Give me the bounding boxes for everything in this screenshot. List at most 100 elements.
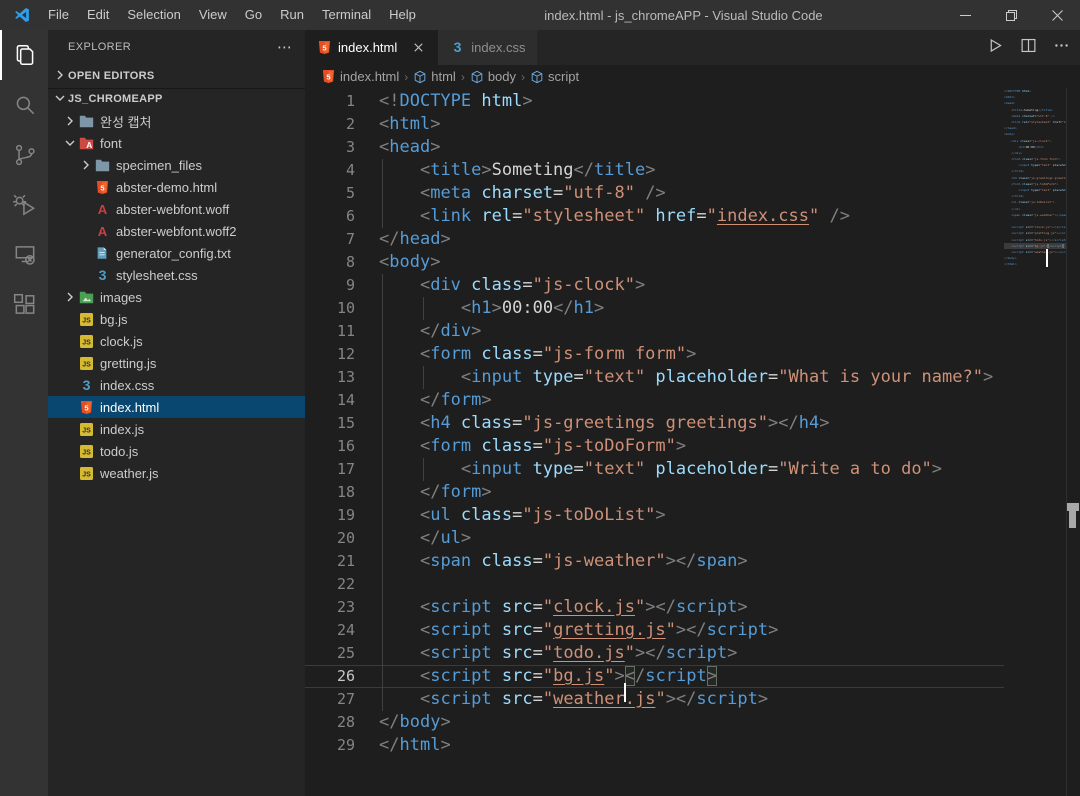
tree-item-label: 완성 캡처 — [100, 114, 152, 130]
code-line-23[interactable]: 23 <script src="clock.js"></script> — [305, 596, 1004, 619]
line-content: <meta charset="utf-8" /> — [379, 182, 666, 205]
line-content: <script src="todo.js"></script> — [379, 642, 737, 665]
code-line-10[interactable]: 10 <h1>00:00</h1> — [305, 297, 1004, 320]
overview-ruler[interactable] — [1066, 88, 1080, 796]
chevron-right-icon — [62, 113, 78, 129]
code-line-20[interactable]: 20 </ul> — [305, 527, 1004, 550]
breadcrumb-item-index.html[interactable]: 5 index.html — [321, 69, 399, 84]
tree-item-index.html[interactable]: 5 index.html — [48, 396, 305, 418]
tree-item-images[interactable]: images — [48, 286, 305, 308]
svg-text:JS: JS — [82, 339, 91, 346]
code-line-12[interactable]: 12 <form class="js-form form"> — [305, 343, 1004, 366]
code-editor[interactable]: 1 <!DOCTYPE html> 2 <html> 3 <head> 4 <title>S… — [305, 88, 1080, 796]
more-actions-icon[interactable] — [1053, 37, 1070, 59]
code-line-5[interactable]: 5 <meta charset="utf-8" /> — [305, 182, 1004, 205]
code-line-29[interactable]: 29 </html> — [305, 734, 1004, 757]
tree-item-specimen_files[interactable]: specimen_files — [48, 154, 305, 176]
tree-item-_[interactable]: 완성 캡처 — [48, 110, 305, 132]
minimap[interactable]: <!DOCTYPE html> <html> <head> <title>Somet… — [1004, 88, 1066, 268]
code-line-19[interactable]: 19 <ul class="js-toDoList"> — [305, 504, 1004, 527]
code-line-24[interactable]: 24 <script src="gretting.js"></script> — [305, 619, 1004, 642]
tab-label: index.css — [471, 40, 526, 55]
line-number: 25 — [336, 644, 355, 662]
minimize-button[interactable] — [942, 0, 988, 30]
tab-index.html[interactable]: 5 index.html — [305, 30, 439, 65]
tree-item-stylesheet.css[interactable]: 3 stylesheet.css — [48, 264, 305, 286]
extensions-icon[interactable] — [0, 280, 48, 330]
txt-icon — [94, 246, 110, 260]
code-line-2[interactable]: 2 <html> — [305, 113, 1004, 136]
tree-item-generator_config.txt[interactable]: generator_config.txt — [48, 242, 305, 264]
code-line-28[interactable]: 28 </body> — [305, 711, 1004, 734]
line-content: <input type="text" placeholder="Write a … — [379, 458, 942, 481]
html-icon: 5 — [94, 180, 110, 195]
code-line-18[interactable]: 18 </form> — [305, 481, 1004, 504]
code-line-21[interactable]: 21 <span class="js-weather"></span> — [305, 550, 1004, 573]
menu-help[interactable]: Help — [380, 0, 425, 30]
menu-run[interactable]: Run — [271, 0, 313, 30]
tree-item-abster-demo.html[interactable]: 5 abster-demo.html — [48, 176, 305, 198]
tree-item-index.js[interactable]: JS index.js — [48, 418, 305, 440]
code-line-1[interactable]: 1 <!DOCTYPE html> — [305, 90, 1004, 113]
line-number: 7 — [345, 230, 355, 248]
search-icon[interactable] — [0, 80, 48, 130]
close-tab-icon[interactable] — [411, 40, 426, 55]
code-line-17[interactable]: 17 <input type="text" placeholder="Write… — [305, 458, 1004, 481]
code-line-22[interactable]: 22 — [305, 573, 1004, 596]
workspace-root-folder[interactable]: JS_CHROMEAPP — [48, 88, 305, 110]
tree-item-font[interactable]: Afont — [48, 132, 305, 154]
code-line-13[interactable]: 13 <input type="text" placeholder="What … — [305, 366, 1004, 389]
code-line-9[interactable]: 9 <div class="js-clock"> — [305, 274, 1004, 297]
tree-item-label: stylesheet.css — [116, 267, 198, 283]
line-number: 28 — [336, 713, 355, 731]
remote-explorer-icon[interactable] — [0, 230, 48, 280]
html-icon: 5 — [78, 400, 94, 415]
code-line-6[interactable]: 6 <link rel="stylesheet" href="index.css… — [305, 205, 1004, 228]
source-control-icon[interactable] — [0, 130, 48, 180]
tree-item-index.css[interactable]: 3 index.css — [48, 374, 305, 396]
svg-text:5: 5 — [84, 403, 88, 412]
tree-item-gretting.js[interactable]: JS gretting.js — [48, 352, 305, 374]
tree-item-abster-webfont.woff[interactable]: Aabster-webfont.woff — [48, 198, 305, 220]
js-icon: JS — [78, 312, 94, 326]
breadcrumb-item-body[interactable]: body — [470, 69, 516, 84]
code-line-14[interactable]: 14 </form> — [305, 389, 1004, 412]
tree-item-abster-webfont.woff2[interactable]: Aabster-webfont.woff2 — [48, 220, 305, 242]
menu-terminal[interactable]: Terminal — [313, 0, 380, 30]
menu-bar: File Edit Selection View Go Run Terminal Help — [39, 0, 425, 30]
folder-icon — [94, 159, 110, 172]
menu-view[interactable]: View — [190, 0, 236, 30]
close-window-button[interactable] — [1034, 0, 1080, 30]
code-line-25[interactable]: 25 <script src="todo.js"></script> — [305, 642, 1004, 665]
menu-selection[interactable]: Selection — [118, 0, 189, 30]
tree-item-clock.js[interactable]: JS clock.js — [48, 330, 305, 352]
code-line-4[interactable]: 4 <title>Someting</title> — [305, 159, 1004, 182]
code-line-27[interactable]: 27 <script src="weather.js"></script> — [305, 688, 1004, 711]
tab-index.css[interactable]: 3 index.css — [438, 30, 539, 65]
explorer-icon[interactable] — [0, 30, 48, 80]
tree-item-todo.js[interactable]: JS todo.js — [48, 440, 305, 462]
code-line-15[interactable]: 15 <h4 class="js-greetings greetings"></… — [305, 412, 1004, 435]
split-editor-icon[interactable] — [1020, 37, 1037, 59]
open-editors-section[interactable]: OPEN EDITORS — [48, 64, 305, 88]
line-number: 22 — [336, 575, 355, 593]
code-line-11[interactable]: 11 </div> — [305, 320, 1004, 343]
menu-file[interactable]: File — [39, 0, 78, 30]
line-content: <link rel="stylesheet" href="index.css" … — [379, 205, 850, 228]
run-and-debug-icon[interactable] — [0, 180, 48, 230]
tree-item-weather.js[interactable]: JS weather.js — [48, 462, 305, 484]
code-line-7[interactable]: 7 </head> — [305, 228, 1004, 251]
tree-item-bg.js[interactable]: JS bg.js — [48, 308, 305, 330]
breadcrumb-item-html[interactable]: html — [413, 69, 456, 84]
code-line-16[interactable]: 16 <form class="js-toDoForm"> — [305, 435, 1004, 458]
tab-label: index.html — [338, 40, 398, 55]
restore-button[interactable] — [988, 0, 1034, 30]
run-icon[interactable] — [987, 37, 1004, 59]
menu-go[interactable]: Go — [236, 0, 271, 30]
explorer-more-actions-icon[interactable]: ⋯ — [277, 38, 293, 56]
code-line-26[interactable]: 26 <script src="bg.js"></script> — [305, 665, 1004, 702]
menu-edit[interactable]: Edit — [78, 0, 118, 30]
code-line-3[interactable]: 3 <head> — [305, 136, 1004, 159]
breadcrumb-item-script[interactable]: script — [530, 69, 579, 84]
code-line-8[interactable]: 8 <body> — [305, 251, 1004, 274]
